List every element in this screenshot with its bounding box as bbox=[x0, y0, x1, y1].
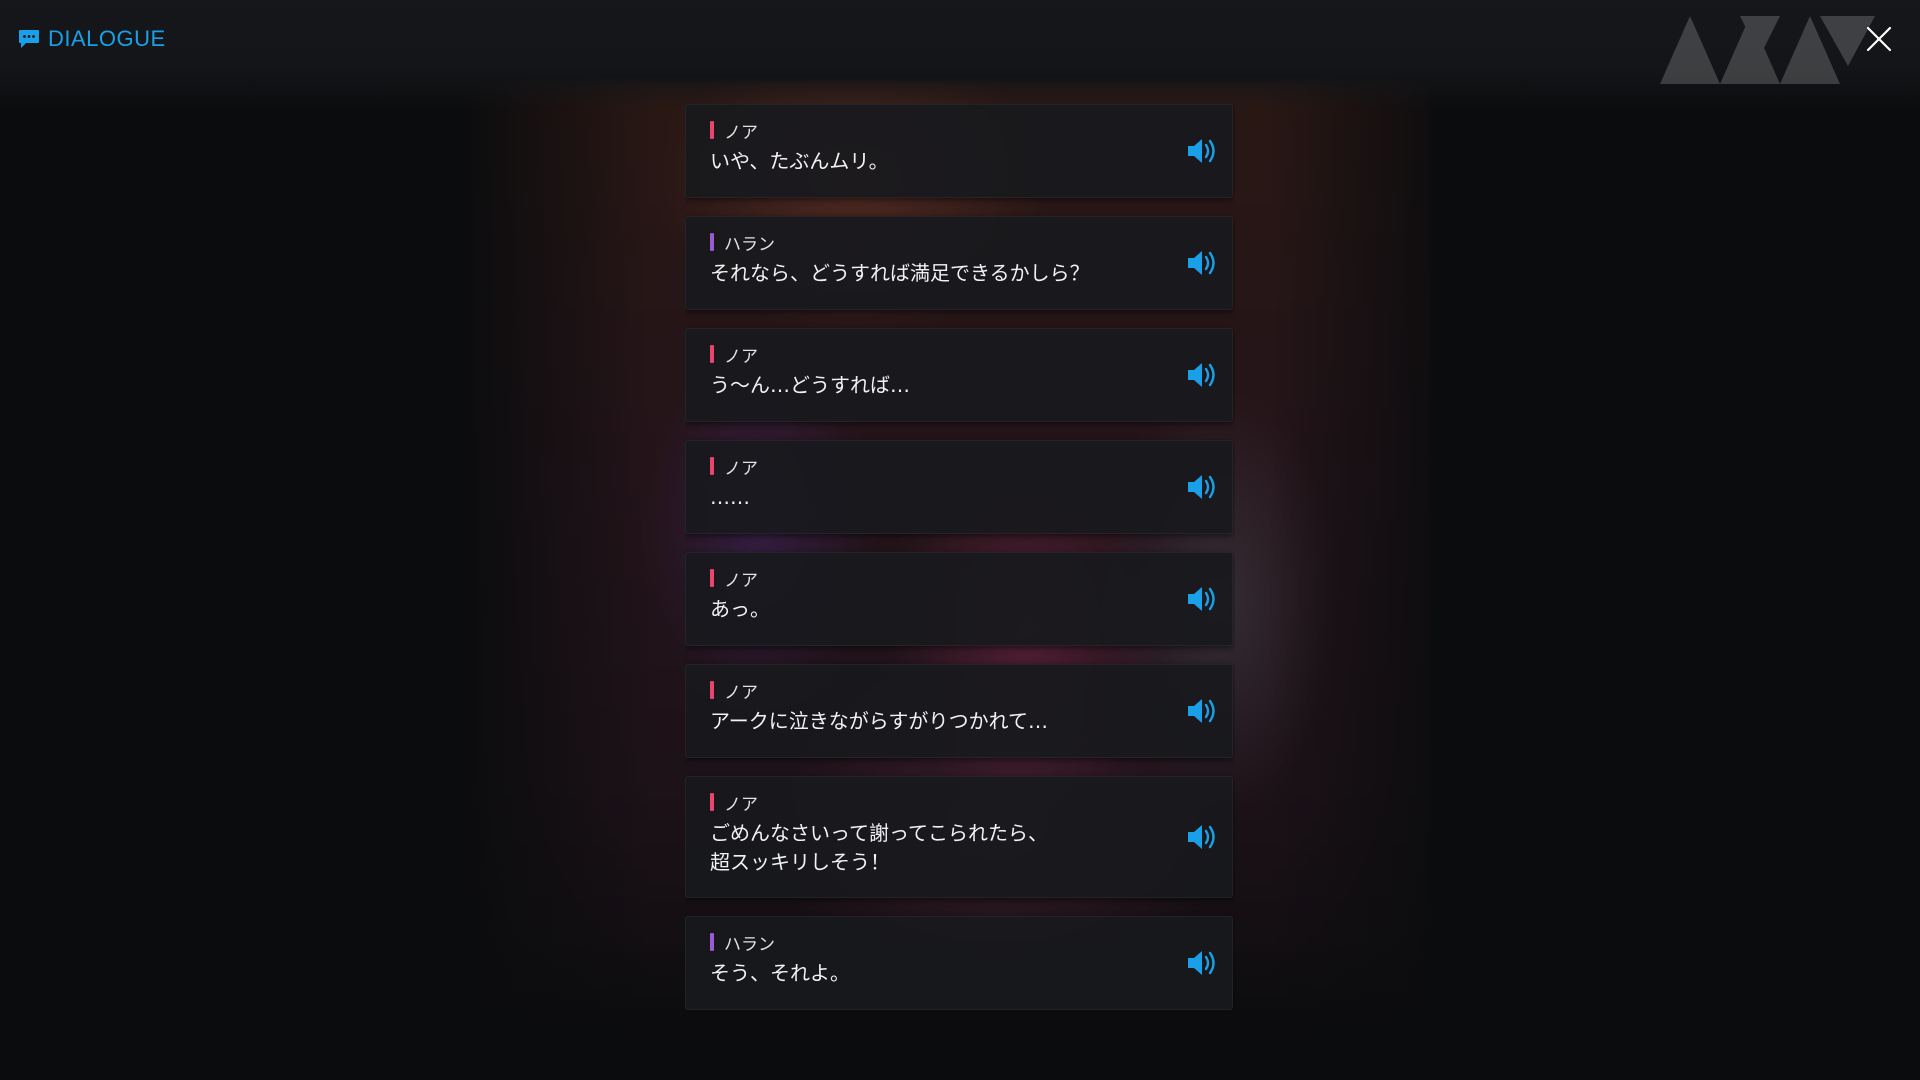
chat-bubble-icon bbox=[19, 30, 39, 48]
dialogue-title-text: DIALOGUE bbox=[48, 26, 166, 51]
voice-replay-button[interactable] bbox=[1184, 581, 1220, 617]
voice-replay-button[interactable] bbox=[1184, 819, 1220, 855]
voice-replay-button[interactable] bbox=[1184, 245, 1220, 281]
speaker-name-row: ノア bbox=[710, 567, 1152, 591]
speaker-color-bar bbox=[710, 569, 714, 587]
speaker-name: ノア bbox=[724, 682, 758, 703]
speaker-name: ハラン bbox=[724, 234, 775, 255]
voice-replay-button[interactable] bbox=[1184, 469, 1220, 505]
speaker-name: ハラン bbox=[724, 934, 775, 955]
voice-replay-button[interactable] bbox=[1184, 945, 1220, 981]
speaker-color-bar bbox=[710, 121, 714, 139]
close-icon bbox=[1866, 26, 1892, 52]
speaker-color-bar bbox=[710, 681, 714, 699]
speaker-volume-icon bbox=[1188, 587, 1215, 611]
dialogue-list[interactable]: ノア いや、たぶんムリ。 ハラン それなら、どうすれば満足できるかしら？ ノア … bbox=[685, 104, 1235, 1010]
dialogue-entry: ノア アークに泣きながらすがりつかれて… bbox=[685, 664, 1233, 758]
dialogue-line: う～ん…どうすれば… bbox=[710, 373, 910, 397]
dialogue-line: それなら、どうすれば満足できるかしら？ bbox=[710, 261, 1090, 285]
speaker-color-bar bbox=[710, 457, 714, 475]
speaker-name: ノア bbox=[724, 794, 758, 815]
speaker-name-row: ハラン bbox=[710, 931, 1152, 955]
dialogue-line: あっ。 bbox=[710, 597, 770, 621]
dialogue-entry: ノア いや、たぶんムリ。 bbox=[685, 104, 1233, 198]
top-bar bbox=[0, 0, 1920, 110]
dialogue-line: そう、それよ。 bbox=[710, 961, 850, 985]
dialogue-entry: ノア ごめんなさいって謝ってこられたら、 超スッキリしそう！ bbox=[685, 776, 1233, 898]
speaker-volume-icon bbox=[1188, 475, 1215, 499]
speaker-name-row: ノア bbox=[710, 791, 1152, 815]
speaker-name-row: ノア bbox=[710, 455, 1152, 479]
dialogue-entry: ノア …… bbox=[685, 440, 1233, 534]
dialogue-line: ごめんなさいって謝ってこられたら、 超スッキリしそう！ bbox=[710, 821, 1048, 874]
speaker-volume-icon bbox=[1188, 251, 1215, 275]
voice-replay-button[interactable] bbox=[1184, 133, 1220, 169]
speaker-color-bar bbox=[710, 933, 714, 951]
speaker-name-row: ノア bbox=[710, 679, 1152, 703]
speaker-name: ノア bbox=[724, 458, 758, 479]
voice-replay-button[interactable] bbox=[1184, 357, 1220, 393]
dialogue-entry: ノア う～ん…どうすれば… bbox=[685, 328, 1233, 422]
speaker-color-bar bbox=[710, 793, 714, 811]
dialogue-entry: ハラン そう、それよ。 bbox=[685, 916, 1233, 1010]
dialogue-line: いや、たぶんムリ。 bbox=[710, 149, 889, 173]
dialogue-line: アークに泣きながらすがりつかれて… bbox=[710, 709, 1048, 733]
decorative-triangles-icon bbox=[1660, 16, 1875, 84]
dialogue-line: …… bbox=[710, 485, 750, 509]
speaker-volume-icon bbox=[1188, 139, 1215, 163]
speaker-name-row: ノア bbox=[710, 343, 1152, 367]
speaker-name: ノア bbox=[724, 346, 758, 367]
speaker-name: ノア bbox=[724, 570, 758, 591]
speaker-color-bar bbox=[710, 233, 714, 251]
speaker-name-row: ノア bbox=[710, 119, 1152, 143]
speaker-volume-icon bbox=[1188, 699, 1215, 723]
dialogue-title: DIALOGUE bbox=[18, 26, 166, 52]
dialogue-entry: ノア あっ。 bbox=[685, 552, 1233, 646]
dialogue-entry: ハラン それなら、どうすれば満足できるかしら？ bbox=[685, 216, 1233, 310]
speaker-volume-icon bbox=[1188, 825, 1215, 849]
speaker-volume-icon bbox=[1188, 951, 1215, 975]
speaker-color-bar bbox=[710, 345, 714, 363]
dialogue-log-screen: DIALOGUE ノア いや、たぶんムリ。 ハラン それなら、どうすれば満足でき… bbox=[0, 0, 1920, 1080]
voice-replay-button[interactable] bbox=[1184, 693, 1220, 729]
speaker-name-row: ハラン bbox=[710, 231, 1152, 255]
speaker-volume-icon bbox=[1188, 363, 1215, 387]
speaker-name: ノア bbox=[724, 122, 758, 143]
close-button[interactable] bbox=[1864, 24, 1894, 54]
